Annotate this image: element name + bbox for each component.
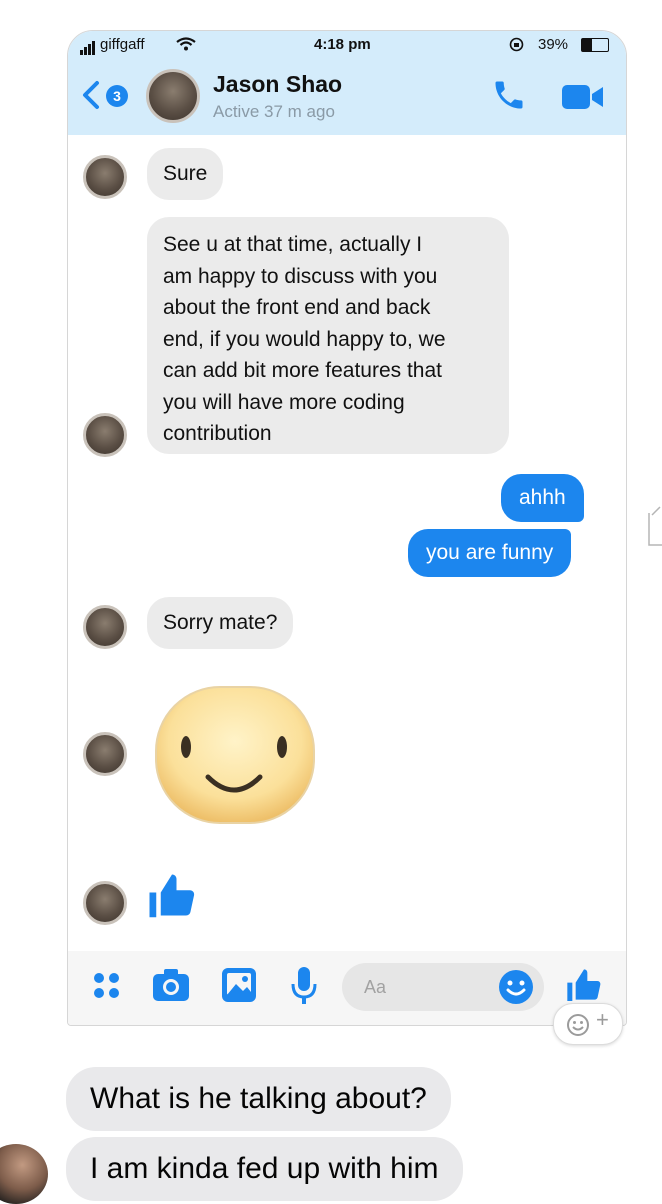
orientation-lock-icon bbox=[509, 37, 524, 52]
message-line: you will have more coding bbox=[163, 390, 405, 414]
message-line: See u at that time, actually I bbox=[163, 233, 423, 256]
sender-avatar bbox=[83, 605, 127, 649]
battery-percent: 39% bbox=[538, 36, 569, 53]
message-bubble[interactable]: See u at that time, actually I am happy … bbox=[147, 217, 509, 454]
sender-avatar bbox=[83, 155, 127, 199]
message-input-placeholder: Aa bbox=[364, 977, 387, 997]
thumbs-up-icon bbox=[149, 874, 195, 918]
message-bubble[interactable]: Sure bbox=[147, 148, 224, 200]
plus-icon: + bbox=[596, 1007, 609, 1032]
phone-icon[interactable] bbox=[491, 77, 527, 113]
share-icon[interactable] bbox=[646, 505, 662, 547]
sender-avatar bbox=[83, 732, 127, 776]
unread-badge: 3 bbox=[106, 85, 128, 107]
message-line: am happy to discuss with you bbox=[163, 264, 438, 288]
message-line: can add bit more features that bbox=[163, 359, 442, 382]
message-line: contribution bbox=[163, 422, 272, 445]
active-status: Active 37 m ago bbox=[213, 102, 335, 121]
menu-dots-icon[interactable] bbox=[92, 971, 122, 1001]
camera-icon[interactable] bbox=[152, 968, 190, 1002]
message-composer: Aa bbox=[68, 951, 626, 1025]
chat-message[interactable]: What is he talking about? bbox=[66, 1067, 451, 1131]
user-avatar[interactable] bbox=[0, 1144, 48, 1204]
emoji-add-icon bbox=[567, 1014, 589, 1036]
contact-avatar[interactable] bbox=[146, 69, 200, 123]
message-line: end, if you would happy to, we bbox=[163, 327, 446, 351]
video-camera-icon[interactable] bbox=[561, 83, 605, 111]
sender-avatar bbox=[83, 881, 127, 925]
clock: 4:18 pm bbox=[314, 36, 371, 53]
microphone-icon[interactable] bbox=[290, 966, 318, 1006]
carrier-label: giffgaff bbox=[100, 36, 145, 53]
chat-message[interactable]: I am kinda fed up with him bbox=[66, 1137, 463, 1201]
add-reaction-button[interactable]: + bbox=[553, 1003, 623, 1045]
message-bubble-outgoing[interactable]: ahhh bbox=[501, 474, 584, 522]
emoji-icon[interactable] bbox=[498, 969, 534, 1005]
sender-avatar bbox=[83, 413, 127, 457]
message-bubble[interactable]: Sorry mate? bbox=[147, 597, 294, 649]
conversation-header: giffgaff 4:18 pm 39% 3 Jason Shao Active… bbox=[68, 31, 626, 135]
messenger-screenshot: giffgaff 4:18 pm 39% 3 Jason Shao Active… bbox=[67, 30, 627, 1026]
battery-icon bbox=[581, 38, 609, 52]
wifi-icon bbox=[176, 37, 196, 51]
message-bubble-outgoing[interactable]: you are funny bbox=[408, 529, 572, 577]
contact-name[interactable]: Jason Shao bbox=[213, 71, 342, 98]
thumbs-up-icon[interactable] bbox=[564, 965, 604, 1007]
back-chevron-icon[interactable] bbox=[80, 80, 102, 110]
smile-sticker[interactable] bbox=[152, 683, 318, 827]
message-line: about the front end and back bbox=[163, 296, 431, 319]
signal-icon bbox=[80, 38, 96, 55]
photo-icon[interactable] bbox=[221, 967, 257, 1003]
